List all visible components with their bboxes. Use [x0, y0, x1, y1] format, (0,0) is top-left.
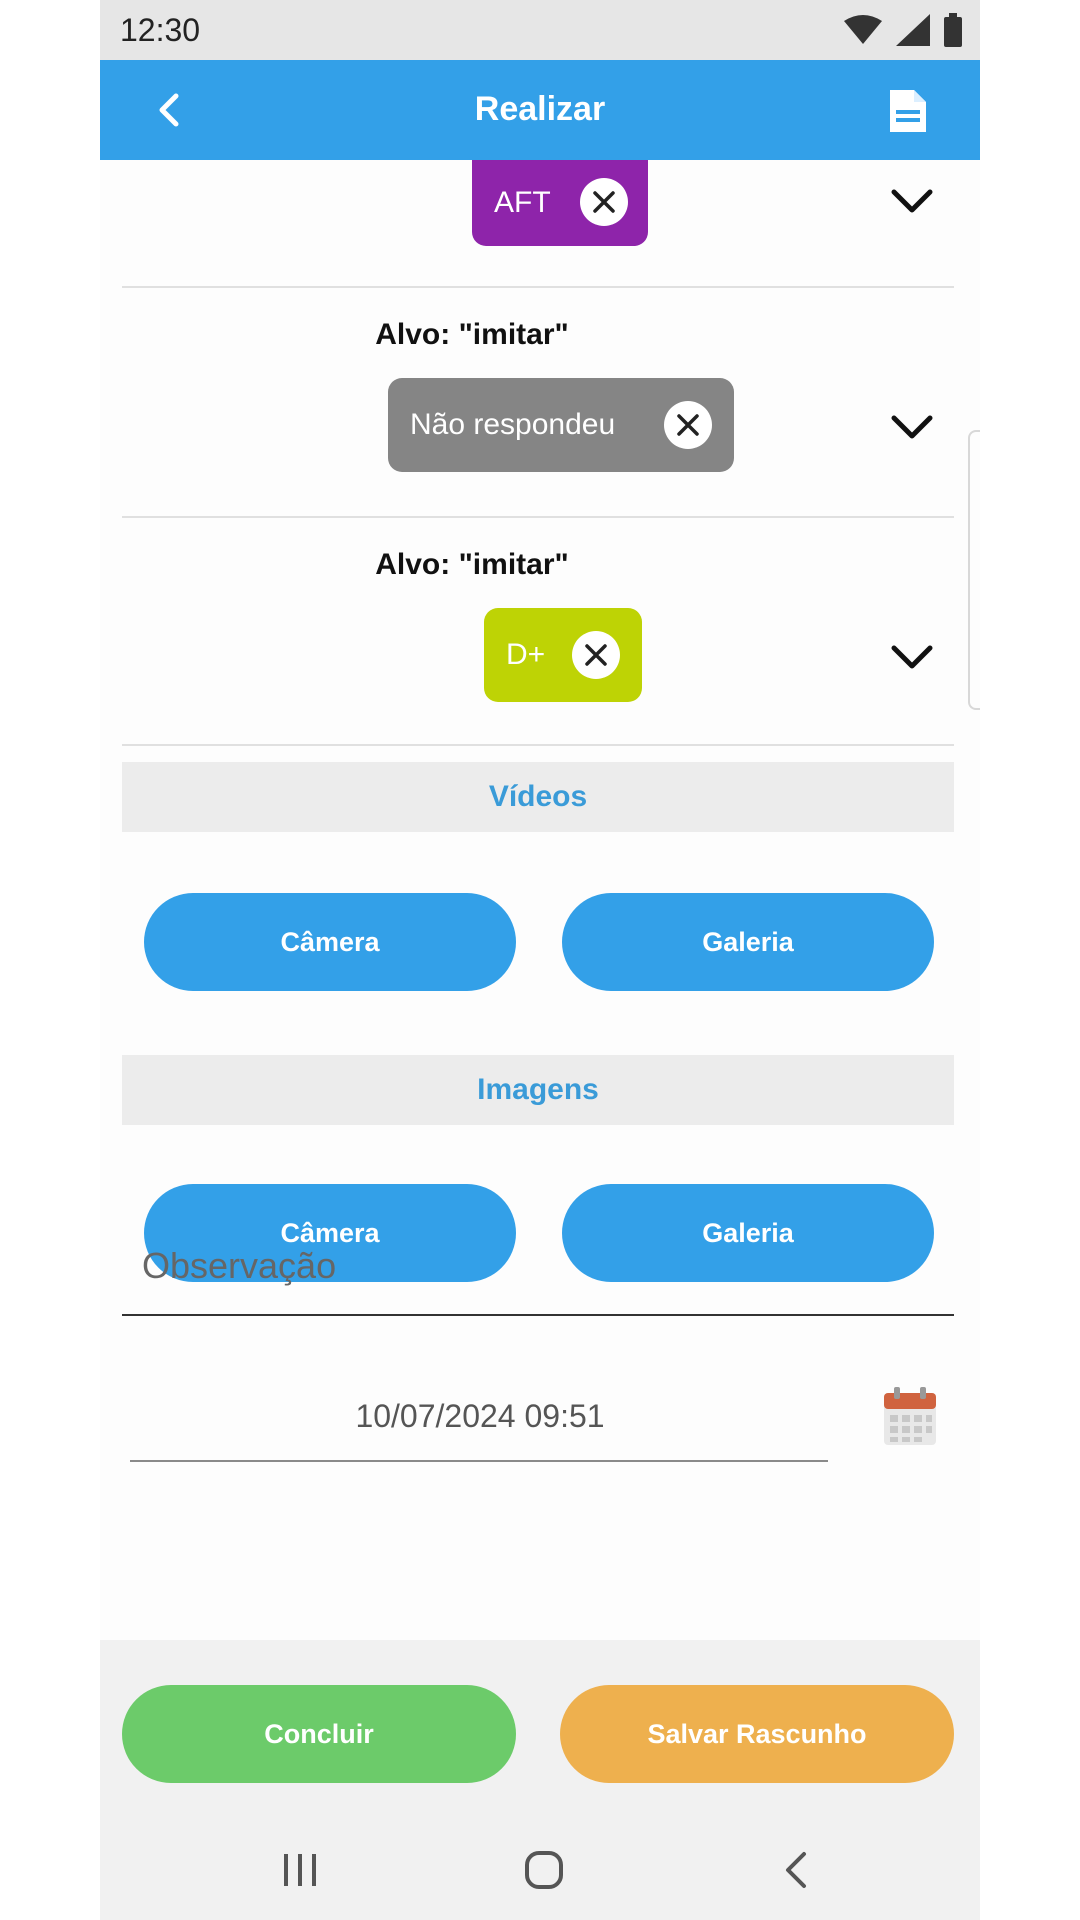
- chevron-down-icon[interactable]: [890, 642, 934, 672]
- scrollbar[interactable]: [968, 430, 980, 710]
- videos-section-header: Vídeos: [122, 762, 954, 832]
- wifi-icon: [844, 15, 882, 44]
- status-time: 12:30: [120, 12, 201, 48]
- save-draft-button[interactable]: Salvar Rascunho: [560, 1685, 954, 1783]
- videos-gallery-button[interactable]: Galeria: [562, 893, 934, 991]
- battery-icon: [944, 13, 962, 47]
- videos-camera-button[interactable]: Câmera: [144, 893, 516, 991]
- remove-chip-button[interactable]: [580, 178, 628, 226]
- system-nav-bar: [100, 1820, 980, 1920]
- close-icon: [585, 644, 607, 666]
- remove-chip-button[interactable]: [664, 401, 712, 449]
- response-chip[interactable]: D+: [484, 608, 642, 702]
- target-label: Alvo: "imitar": [375, 318, 569, 351]
- calendar-icon[interactable]: [882, 1385, 938, 1447]
- close-icon: [677, 414, 699, 436]
- action-panel: Concluir Salvar Rascunho: [100, 1640, 980, 1820]
- remove-chip-button[interactable]: [572, 631, 620, 679]
- response-chip[interactable]: AFT: [472, 160, 648, 246]
- chevron-down-icon[interactable]: [890, 186, 934, 216]
- close-icon: [593, 191, 615, 213]
- response-chip[interactable]: Não respondeu: [388, 378, 734, 472]
- date-time-field[interactable]: 10/07/2024 09:51: [130, 1398, 830, 1435]
- app-bar: Realizar: [100, 60, 980, 160]
- date-underline: [130, 1460, 828, 1462]
- status-bar: 12:30: [100, 0, 980, 60]
- system-back-icon[interactable]: [780, 1850, 810, 1890]
- images-gallery-button[interactable]: Galeria: [562, 1184, 934, 1282]
- chevron-down-icon[interactable]: [890, 412, 934, 442]
- target-row: AFT: [122, 160, 954, 288]
- signal-icon: [896, 14, 930, 46]
- chip-label: D+: [506, 638, 546, 671]
- images-section-header: Imagens: [122, 1055, 954, 1125]
- phone-screen: 12:30 Realizar AFT Alvo: "imitar" Não re…: [100, 0, 980, 1920]
- conclude-button[interactable]: Concluir: [122, 1685, 516, 1783]
- document-icon[interactable]: [884, 88, 930, 134]
- observation-input[interactable]: Observação: [142, 1245, 336, 1287]
- chip-label: AFT: [494, 186, 551, 219]
- page-title: Realizar: [474, 90, 606, 128]
- observation-underline: [122, 1314, 954, 1316]
- chip-label: Não respondeu: [410, 408, 616, 441]
- target-row: Alvo: "imitar" D+: [122, 518, 954, 746]
- target-label: Alvo: "imitar": [375, 548, 569, 581]
- home-icon[interactable]: [524, 1850, 564, 1890]
- target-row: Alvo: "imitar" Não respondeu: [122, 288, 954, 518]
- recent-apps-icon[interactable]: [280, 1852, 320, 1888]
